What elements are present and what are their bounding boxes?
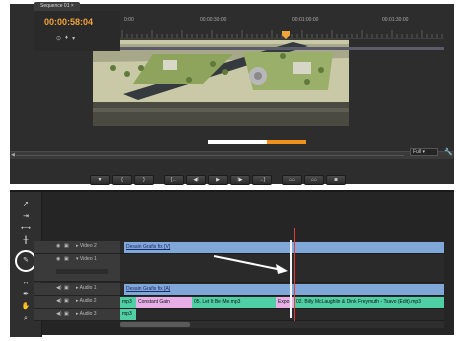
clip-video-label: Desain Grafis fix [V] — [126, 244, 171, 250]
mark-in-icon[interactable]: ▼ — [90, 175, 110, 185]
lane-audio2[interactable]: mp3 Constant Gain 05. Let It Be Me.mp3 E… — [120, 296, 444, 309]
transition-constant-gain[interactable]: Constant Gain — [136, 297, 192, 308]
zoom-fit-select[interactable]: Full ▾ — [410, 148, 438, 156]
lift-icon[interactable]: ⌂⌂ — [282, 175, 302, 185]
pen-tool-icon[interactable]: ✒ — [20, 290, 32, 300]
current-timecode[interactable]: 00:00:58:04 — [44, 17, 93, 27]
render-progress-remaining — [266, 140, 306, 144]
track-header-video2: ◉ ▣ ▸ Video 2 — [34, 241, 120, 254]
lock-icon[interactable]: ▣ — [64, 256, 69, 262]
selection-tool-icon[interactable]: ➚ — [20, 200, 32, 210]
clip-let-it-be-me[interactable]: 05. Let It Be Me.mp3 — [192, 297, 276, 308]
chevron-left-icon[interactable]: ◀ — [11, 152, 15, 158]
clip-label: mp3 — [122, 299, 132, 305]
track-header-video1: ◉ ▣ ▾ Video 1 — [34, 254, 120, 282]
monitor-video-frame — [93, 24, 349, 126]
ruler-label-1m30s: 00:01:30:00 — [382, 17, 409, 23]
marker-icon[interactable]: ♦ — [65, 35, 68, 42]
lock-icon[interactable]: ▣ — [64, 285, 69, 291]
mark-out-icon[interactable]: { — [112, 175, 132, 185]
timeline-header: 00:00:58:04 ⊙ ♦ ▾ — [34, 11, 120, 51]
play-icon[interactable]: ▶ — [208, 175, 228, 185]
extract-icon[interactable]: ⌂⌂ — [304, 175, 324, 185]
export-frame-icon[interactable]: ◙ — [326, 175, 346, 185]
lock-icon[interactable]: ▣ — [64, 243, 69, 249]
speaker-icon[interactable]: ◀) — [56, 285, 62, 291]
rolling-edit-tool-icon[interactable]: ╫ — [20, 236, 32, 246]
ripple-edit-tool-icon[interactable]: ⟷ — [20, 224, 32, 234]
clip-label: 02. Billy McLaughlin & Dink Freymuth - T… — [296, 299, 421, 305]
transport-controls: ▼{} {← ◀I ▶ I▶ →} ⌂⌂ ⌂⌂ ◙ — [90, 175, 346, 187]
annotation-arrow — [213, 255, 288, 274]
clip-audio-mp3-start[interactable]: mp3 — [120, 297, 136, 308]
time-ruler[interactable]: 0:00 00:00:30:00 00:01:00:00 00:01:30:00 — [120, 11, 444, 50]
render-progress-fill — [208, 140, 267, 144]
clip-label: 05. Let It Be Me.mp3 — [194, 299, 241, 305]
track-name-audio2: Audio 2 — [79, 298, 97, 304]
speaker-icon[interactable]: ◀) — [56, 298, 62, 304]
clip-audio-desain-grafis[interactable]: Desain Grafis fix [A] — [124, 284, 444, 295]
edit-cut-line — [290, 240, 292, 318]
play-back-icon[interactable]: ◀I — [186, 175, 206, 185]
timeline-scrollbar[interactable] — [120, 321, 444, 328]
ruler-label-1m: 00:01:00:00 — [292, 17, 319, 23]
track-name-video2: Video 2 — [79, 243, 97, 249]
clip-tsavo[interactable]: 02. Billy McLaughlin & Dink Freymuth - T… — [294, 297, 444, 308]
track-keyframe-controls[interactable] — [56, 269, 108, 274]
tab-sequence-label: Sequence 01 — [40, 3, 70, 9]
lane-audio3[interactable]: mp3 — [120, 309, 444, 321]
eye-icon[interactable]: ◉ — [56, 256, 60, 262]
playhead-line[interactable] — [294, 228, 295, 322]
monitor-scrubber[interactable]: ◀ — [10, 151, 454, 159]
speaker-icon[interactable]: ◀) — [56, 311, 62, 317]
lock-icon[interactable]: ▣ — [64, 298, 69, 304]
lock-icon[interactable]: ▣ — [64, 311, 69, 317]
clip-label: mp3 — [122, 311, 132, 317]
track-header-audio3: ◀) ▣ ▸ Audio 3 — [34, 309, 120, 321]
step-back-icon[interactable]: {← — [164, 175, 184, 185]
ruler-label-0: 0:00 — [124, 17, 134, 23]
work-area-bar[interactable] — [120, 47, 444, 50]
track-name-audio3: Audio 3 — [79, 311, 97, 317]
architectural-render-image — [93, 24, 349, 126]
clip-label: Constant Gain — [138, 299, 170, 305]
go-to-out-icon[interactable]: →} — [252, 175, 272, 185]
lane-audio1[interactable]: Desain Grafis fix [A] — [120, 283, 444, 296]
clip-audio3-mp3[interactable]: mp3 — [120, 309, 136, 320]
track-header-audio2: ◀) ▣ ▸ Audio 2 — [34, 296, 120, 309]
wrench-icon[interactable]: 🔧 — [444, 148, 453, 156]
track-select-tool-icon[interactable]: ⇥ — [20, 212, 32, 222]
ruler-label-30s: 00:00:30:00 — [200, 17, 227, 23]
render-progress-bar — [208, 140, 306, 144]
add-marker-icon[interactable]: ▾ — [72, 35, 75, 42]
razor-tool-icon[interactable]: ✎ — [20, 256, 32, 266]
timeline-scroll-thumb[interactable] — [120, 322, 190, 327]
zoom-fit-value: Full — [413, 149, 422, 155]
hand-tool-icon[interactable]: ✋ — [20, 302, 32, 312]
snap-icon[interactable]: ⊙ — [56, 35, 61, 42]
tab-sequence[interactable]: Sequence 01 × — [34, 2, 80, 11]
zoom-tool-icon[interactable]: ⌕ — [20, 314, 32, 324]
slip-tool-icon[interactable]: ↔ — [20, 278, 32, 288]
track-name-video1: Video 1 — [79, 256, 97, 262]
step-forward-icon[interactable]: I▶ — [230, 175, 250, 185]
clip-label: Expo — [278, 299, 290, 305]
clip-audio1-label: Desain Grafis fix [A] — [126, 286, 171, 292]
go-to-in-icon[interactable]: } — [134, 175, 154, 185]
track-header-audio1: ◀) ▣ ▸ Audio 1 — [34, 283, 120, 296]
track-name-audio1: Audio 1 — [79, 285, 97, 291]
eye-icon[interactable]: ◉ — [56, 243, 60, 249]
